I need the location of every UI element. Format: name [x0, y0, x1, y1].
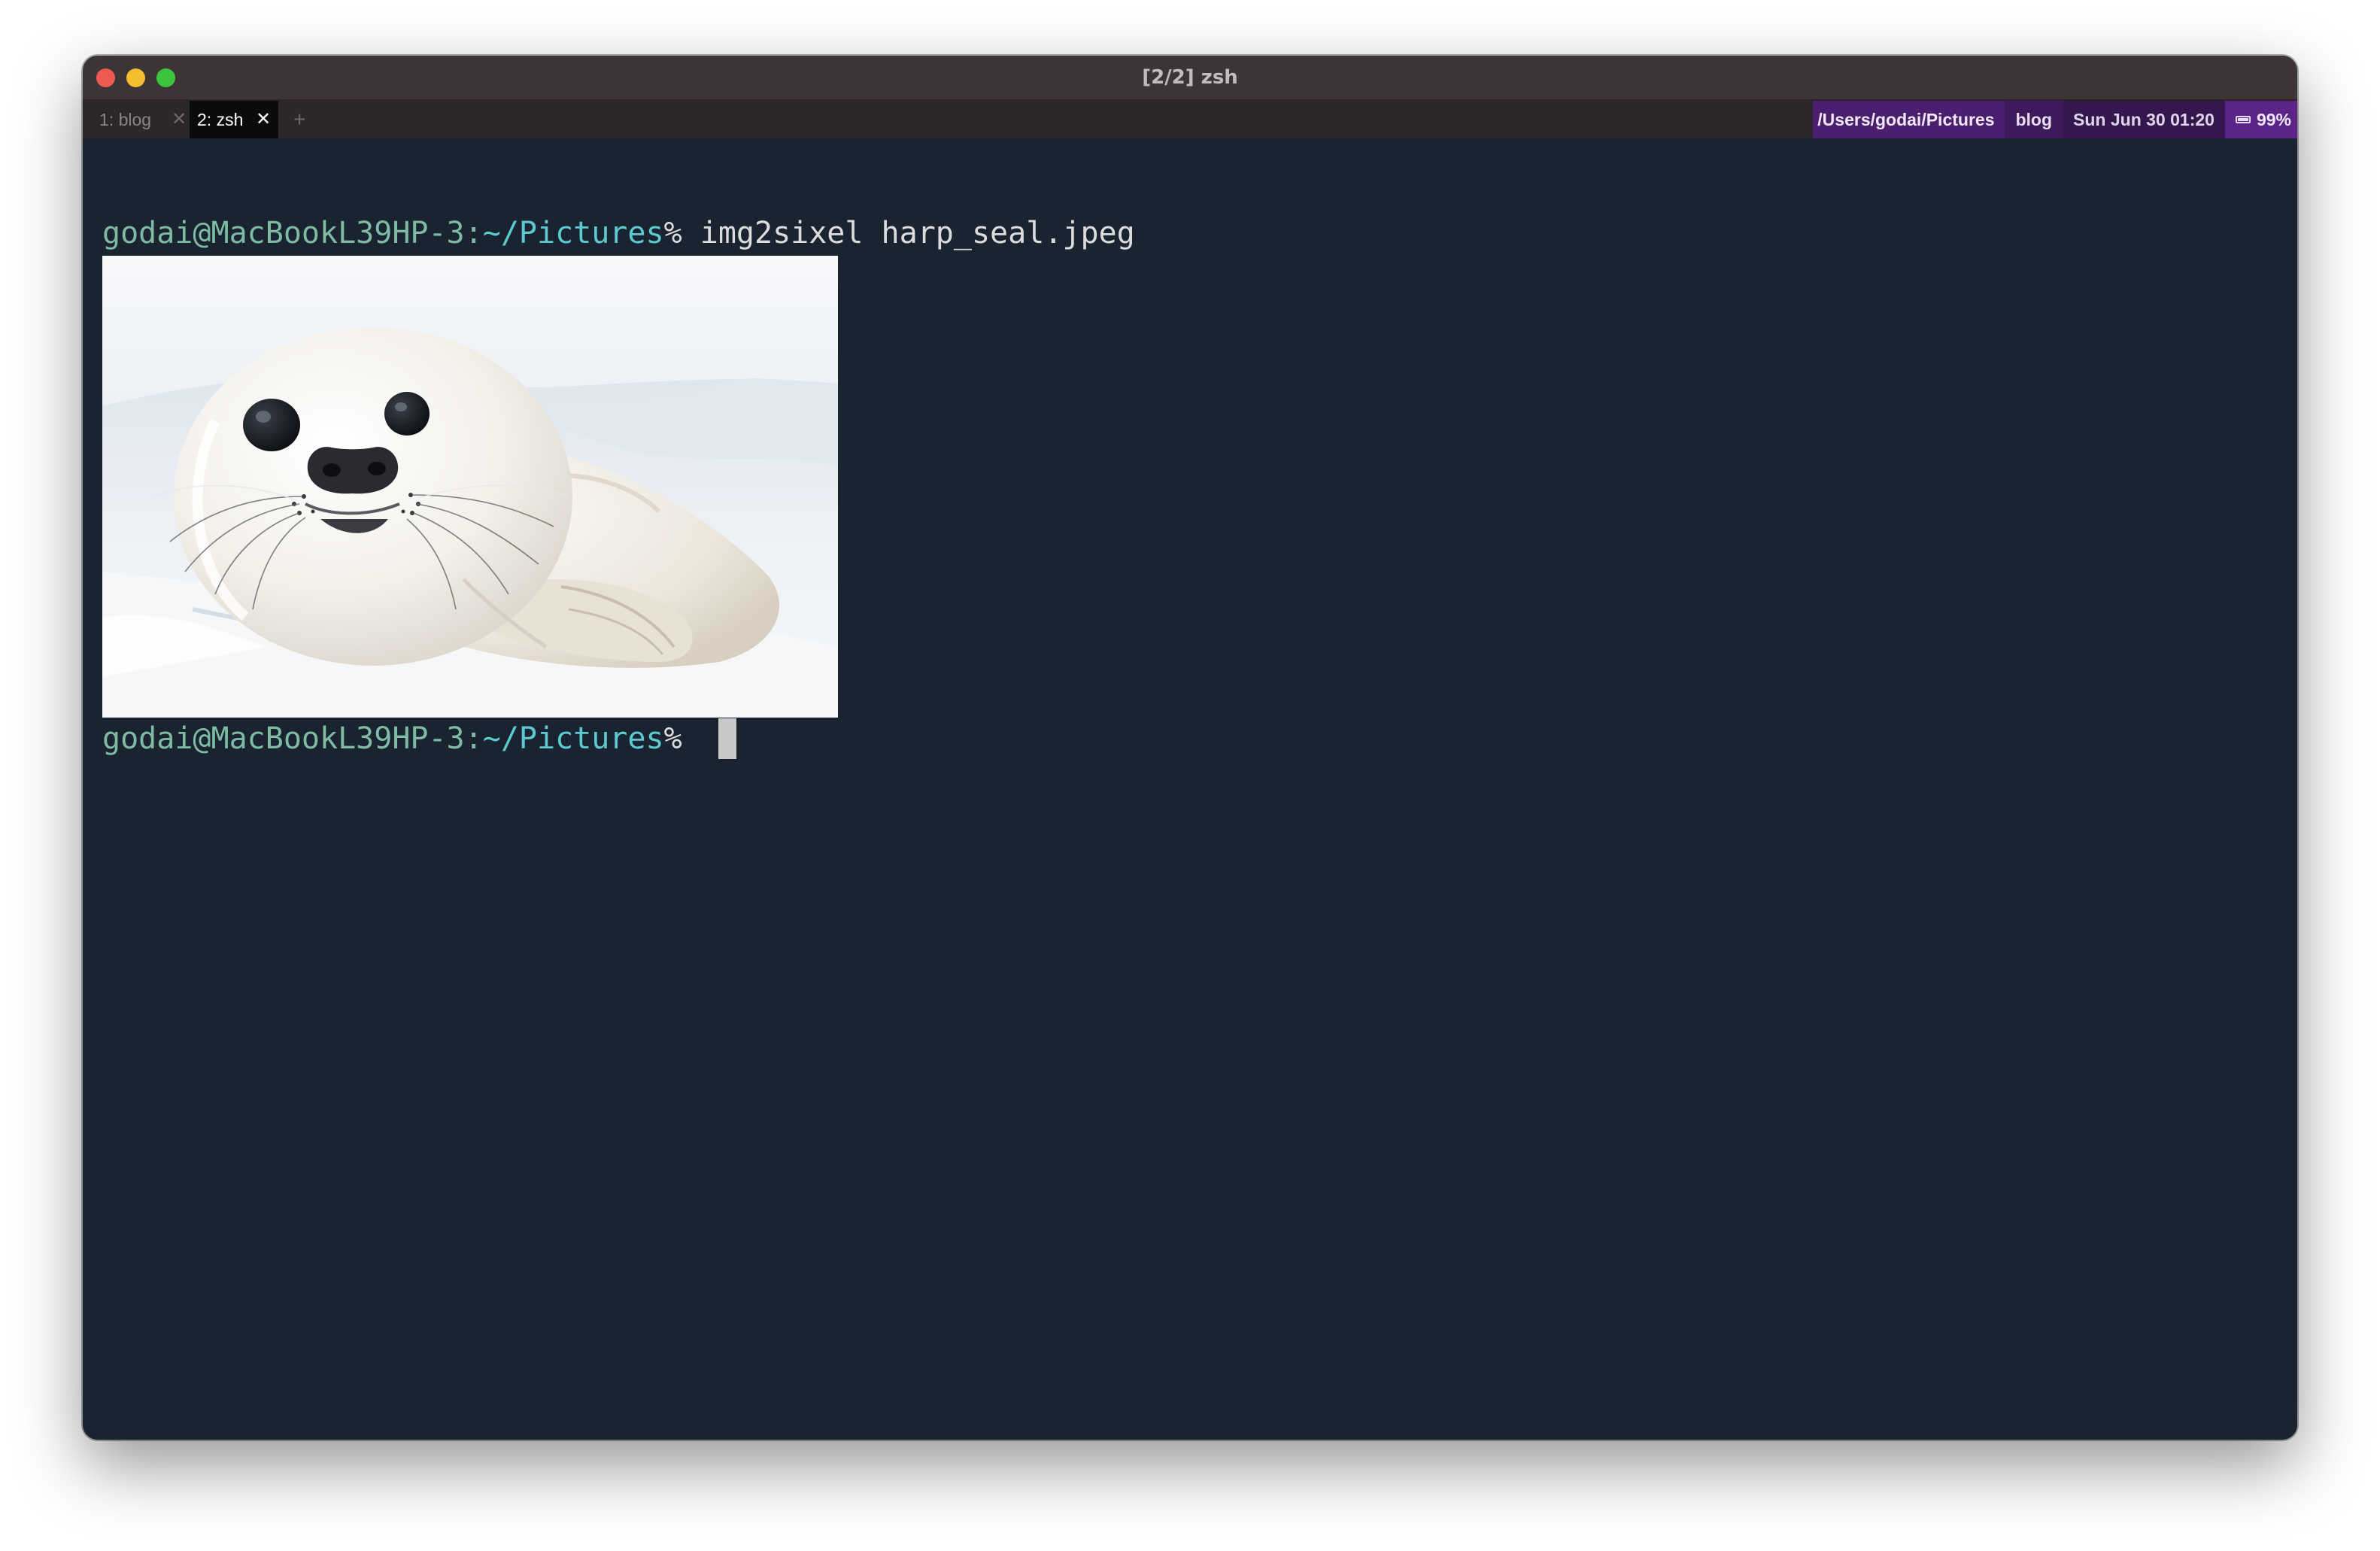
- battery-level: 99%: [2256, 110, 2291, 129]
- tab-label: 2: zsh: [197, 110, 244, 129]
- status-session: blog: [2005, 101, 2063, 138]
- terminal-output[interactable]: godai@MacBookL39HP-3: ~/Pictures% img2six…: [83, 138, 2297, 1440]
- command-line[interactable]: godai@MacBookL39HP-3: ~/Pictures%: [102, 718, 736, 760]
- text-cursor: [718, 718, 736, 759]
- title-bar[interactable]: [2/2] zsh: [83, 56, 2297, 101]
- prompt-userhost: godai@MacBookL39HP-3:: [102, 216, 483, 250]
- status-bar: /Users/godai/Pictures blog Sun Jun 30 01…: [1813, 101, 2297, 138]
- close-icon[interactable]: ✕: [172, 101, 187, 138]
- close-icon[interactable]: ✕: [256, 101, 271, 138]
- window-title: [2/2] zsh: [1142, 66, 1238, 89]
- harp-seal-image: [102, 256, 838, 718]
- status-battery: 99%: [2224, 101, 2297, 138]
- prompt-cwd: ~/Pictures: [482, 721, 664, 756]
- command-text: img2sixel harp_seal.jpeg: [700, 216, 1135, 250]
- prompt-sigil: %: [663, 216, 700, 250]
- prompt-cwd: ~/Pictures: [482, 216, 664, 250]
- tab-bar: 1: blog ✕ 2: zsh ✕ + /Users/godai/Pictur…: [83, 101, 2297, 138]
- status-datetime: Sun Jun 30 01:20: [2063, 101, 2225, 138]
- battery-icon: [2235, 116, 2251, 123]
- tab-blog[interactable]: 1: blog ✕: [99, 101, 190, 138]
- command-line: godai@MacBookL39HP-3: ~/Pictures% img2six…: [102, 212, 1135, 254]
- plus-icon[interactable]: +: [293, 101, 305, 138]
- prompt-sigil: %: [663, 721, 700, 756]
- status-path: /Users/godai/Pictures: [1813, 101, 2005, 138]
- tab-label: 1: blog: [99, 110, 152, 129]
- tab-zsh[interactable]: 2: zsh ✕: [190, 101, 278, 138]
- prompt-userhost: godai@MacBookL39HP-3:: [102, 721, 483, 756]
- terminal-window: [2/2] zsh 1: blog ✕ 2: zsh ✕ + /Users/go…: [83, 56, 2297, 1440]
- sixel-image-harp-seal: [102, 256, 838, 718]
